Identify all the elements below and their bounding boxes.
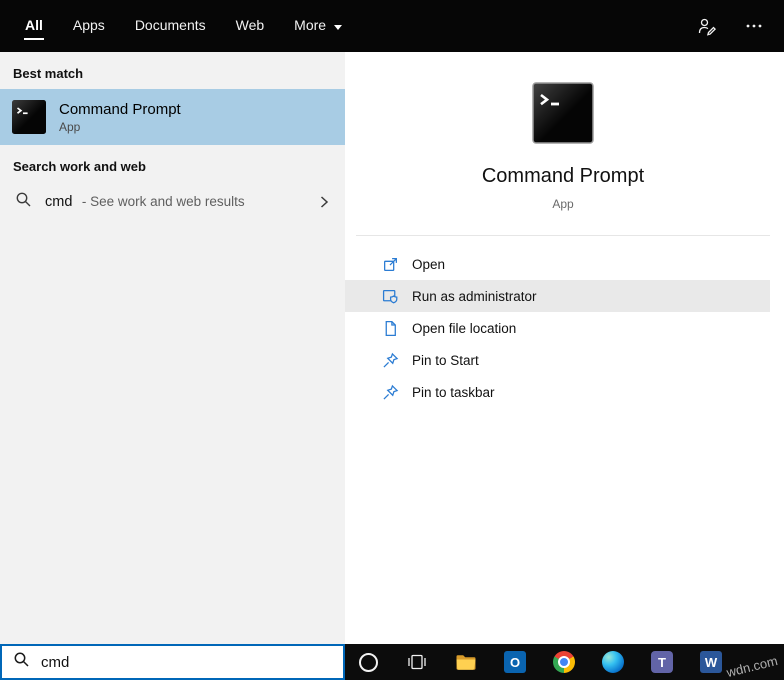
action-open[interactable]: Open — [345, 248, 770, 280]
left-panel-spacer — [0, 222, 345, 644]
tab-all[interactable]: All — [24, 0, 44, 52]
file-location-icon — [382, 320, 399, 337]
preview-title: Command Prompt — [481, 165, 645, 187]
chrome-icon[interactable] — [552, 650, 576, 674]
best-match-header: Best match — [13, 66, 84, 81]
taskbar: O T W — [345, 644, 784, 680]
action-run-as-administrator[interactable]: Run as administrator — [345, 280, 770, 312]
action-pin-to-start[interactable]: Pin to Start — [345, 344, 770, 376]
command-prompt-icon — [12, 100, 46, 134]
topbar-actions — [696, 0, 784, 52]
chevron-down-icon — [334, 24, 343, 30]
outlook-glyph: O — [504, 651, 526, 673]
search-input[interactable] — [41, 653, 332, 671]
best-match-title: Command Prompt — [59, 100, 181, 118]
teams-icon[interactable]: T — [650, 650, 674, 674]
tab-more-label: More — [294, 17, 327, 33]
action-pin-to-taskbar[interactable]: Pin to taskbar — [345, 376, 770, 408]
tab-all-label: All — [24, 12, 44, 40]
action-run-as-admin-label: Run as administrator — [412, 288, 537, 304]
suggestion-description: - See work and web results — [81, 194, 245, 209]
tab-web-label: Web — [235, 17, 265, 33]
action-pin-to-start-label: Pin to Start — [412, 352, 479, 368]
results-panel: Best match Command Prompt App Search wor… — [0, 52, 345, 644]
action-open-file-location[interactable]: Open file location — [345, 312, 770, 344]
teams-glyph: T — [651, 651, 673, 673]
preview-subtitle: App — [552, 197, 574, 211]
word-glyph: W — [700, 651, 722, 673]
tab-documents[interactable]: Documents — [134, 0, 207, 52]
open-icon — [382, 256, 399, 273]
word-icon[interactable]: W — [699, 650, 723, 674]
suggestion-text: cmd - See work and web results — [45, 193, 245, 211]
best-match-text: Command Prompt App — [59, 100, 181, 134]
taskbar-search-box[interactable] — [0, 644, 345, 680]
app-preview: Command Prompt App — [356, 52, 770, 236]
feedback-icon[interactable] — [696, 16, 716, 36]
outlook-icon[interactable]: O — [503, 650, 527, 674]
best-match-subtitle: App — [59, 120, 81, 135]
search-flyout-body: Best match Command Prompt App Search wor… — [0, 52, 784, 644]
preview-panel: Command Prompt App Open Run as administr… — [345, 52, 784, 644]
task-view-icon[interactable] — [405, 650, 429, 674]
command-prompt-icon — [532, 82, 594, 144]
suggestion-query: cmd — [45, 194, 73, 210]
search-icon — [15, 191, 32, 213]
ellipsis-icon[interactable] — [744, 16, 764, 36]
edge-icon[interactable] — [601, 650, 625, 674]
action-open-label: Open — [412, 256, 446, 272]
web-suggestion-cmd[interactable]: cmd - See work and web results — [0, 182, 345, 222]
search-filter-bar: All Apps Documents Web More — [0, 0, 784, 52]
run-as-admin-icon — [382, 288, 399, 305]
tab-documents-label: Documents — [134, 17, 206, 33]
action-open-file-location-label: Open file location — [412, 320, 517, 336]
tab-apps[interactable]: Apps — [72, 0, 106, 52]
tab-apps-label: Apps — [72, 17, 105, 33]
best-match-result-command-prompt[interactable]: Command Prompt App — [0, 89, 345, 145]
search-icon — [13, 651, 30, 673]
tab-more[interactable]: More — [293, 0, 343, 52]
cortana-icon[interactable] — [356, 650, 380, 674]
search-work-web-header: Search work and web — [13, 159, 146, 174]
action-pin-to-taskbar-label: Pin to taskbar — [412, 384, 495, 400]
file-explorer-icon[interactable] — [454, 650, 478, 674]
pin-icon — [382, 352, 399, 369]
chevron-right-icon[interactable] — [317, 195, 331, 209]
pin-icon — [382, 384, 399, 401]
tab-web[interactable]: Web — [235, 0, 266, 52]
filter-tabs: All Apps Documents Web More — [0, 0, 343, 52]
bottom-bar: O T W — [0, 644, 784, 680]
context-actions: Open Run as administrator Open file loca… — [345, 236, 770, 408]
